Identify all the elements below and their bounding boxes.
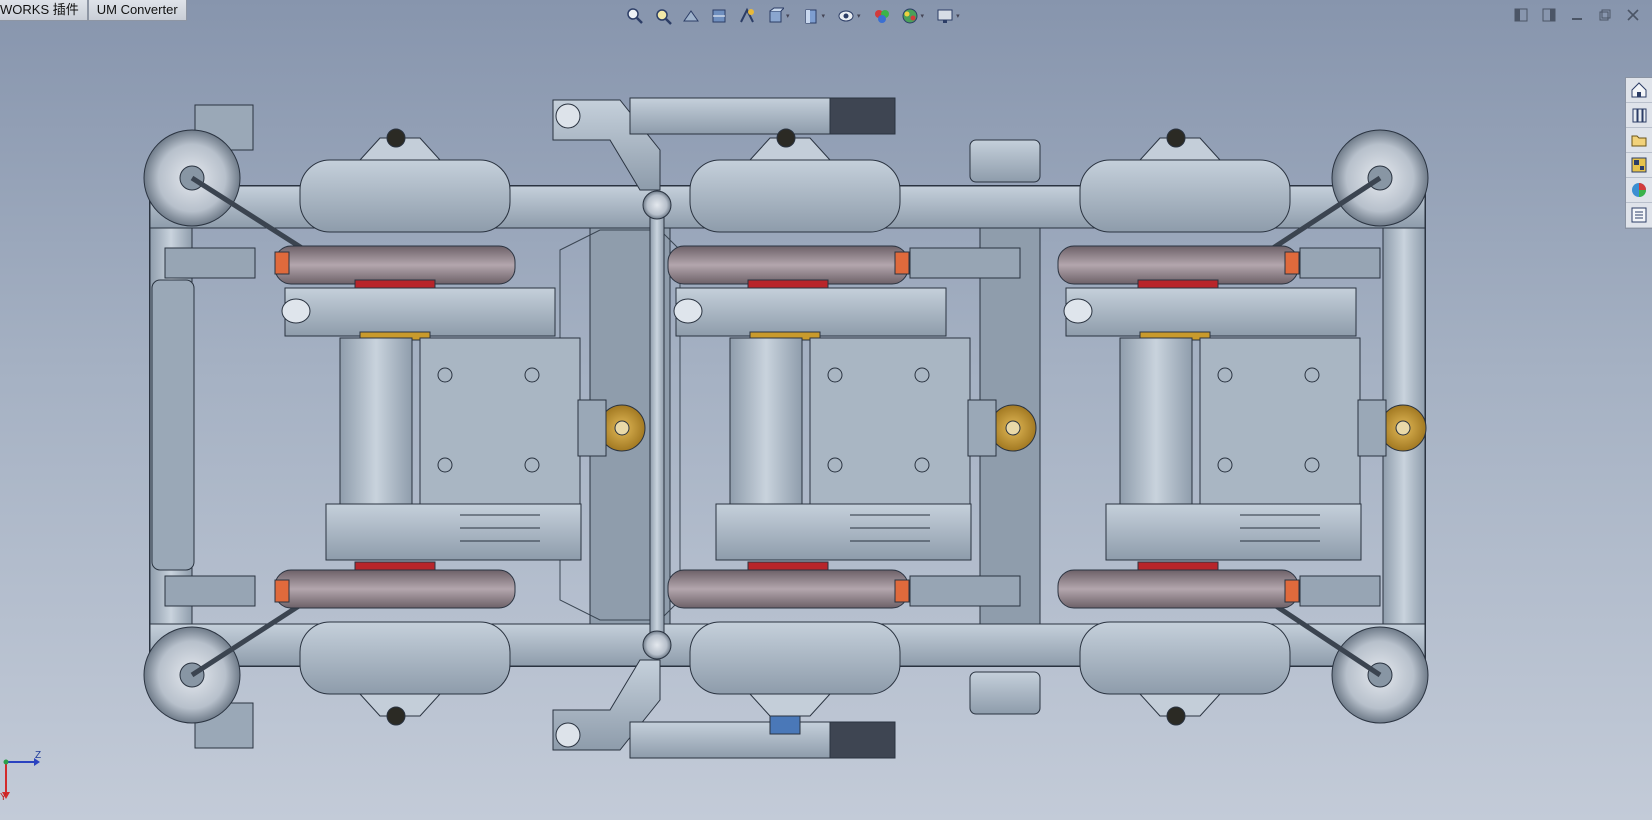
air-cylinder-top (969, 139, 1041, 183)
display-style-dropdown-icon[interactable]: ▾ (822, 12, 826, 20)
tab-um-converter[interactable]: UM Converter (87, 0, 187, 21)
minimize-icon[interactable] (1568, 6, 1586, 24)
display-style-icon[interactable] (800, 5, 822, 27)
damper-bottom-end (829, 721, 896, 759)
previous-view-icon[interactable] (680, 5, 702, 27)
damper-top-end (829, 97, 896, 135)
section-view-icon[interactable] (708, 5, 730, 27)
custom-properties-icon[interactable] (1626, 203, 1652, 228)
hide-show-dropdown-icon[interactable]: ▾ (857, 12, 861, 20)
anchor-pin-bottom (555, 722, 581, 748)
air-cylinder-bottom (969, 671, 1041, 715)
triad-z-label: Z (35, 750, 42, 761)
traction-pin-top (642, 190, 672, 220)
view-palette-icon[interactable] (1626, 153, 1652, 178)
model-viewport[interactable] (0, 0, 1652, 820)
window-controls (1512, 6, 1642, 24)
triad-y-label: Y (0, 792, 7, 803)
brake-unit-m-bottom (909, 575, 1021, 607)
dynamic-annotation-icon[interactable] (736, 5, 758, 27)
tile-right-icon[interactable] (1540, 6, 1558, 24)
close-icon[interactable] (1624, 6, 1642, 24)
traction-pin-bottom (642, 630, 672, 660)
apply-scene-icon[interactable] (899, 5, 921, 27)
heads-up-view-toolbar: ▾ ▾ ▾ ▾ ▾ (624, 4, 964, 28)
home-icon[interactable] (1626, 78, 1652, 103)
brake-unit-m-top (909, 247, 1021, 279)
reference-triad: Z Y (0, 750, 48, 804)
zoom-to-area-icon[interactable] (652, 5, 674, 27)
tab-solidworks-addins[interactable]: WORKS 插件 (0, 0, 88, 21)
design-library-icon[interactable] (1626, 103, 1652, 128)
file-explorer-icon[interactable] (1626, 128, 1652, 153)
left-end-panel (151, 279, 195, 571)
anchor-pin-top (555, 103, 581, 129)
view-settings-icon[interactable] (934, 5, 956, 27)
brake-unit-tl (164, 247, 256, 279)
brake-unit-tr (1299, 247, 1381, 279)
edit-appearance-icon[interactable] (871, 5, 893, 27)
view-settings-dropdown-icon[interactable]: ▾ (956, 12, 960, 20)
bogie-assembly[interactable] (143, 97, 1429, 759)
restore-icon[interactable] (1596, 6, 1614, 24)
task-pane (1625, 77, 1652, 229)
tile-left-icon[interactable] (1512, 6, 1530, 24)
command-manager-tabs: WORKS 插件 UM Converter (0, 0, 187, 22)
apply-scene-dropdown-icon[interactable]: ▾ (921, 12, 925, 20)
brake-unit-br (1299, 575, 1381, 607)
appearances-icon[interactable] (1626, 178, 1652, 203)
traction-rod (649, 199, 665, 651)
view-orientation-dropdown-icon[interactable]: ▾ (786, 12, 790, 20)
hide-show-items-icon[interactable] (835, 5, 857, 27)
brake-unit-bl (164, 575, 256, 607)
zoom-to-fit-icon[interactable] (624, 5, 646, 27)
view-orientation-icon[interactable] (764, 5, 786, 27)
